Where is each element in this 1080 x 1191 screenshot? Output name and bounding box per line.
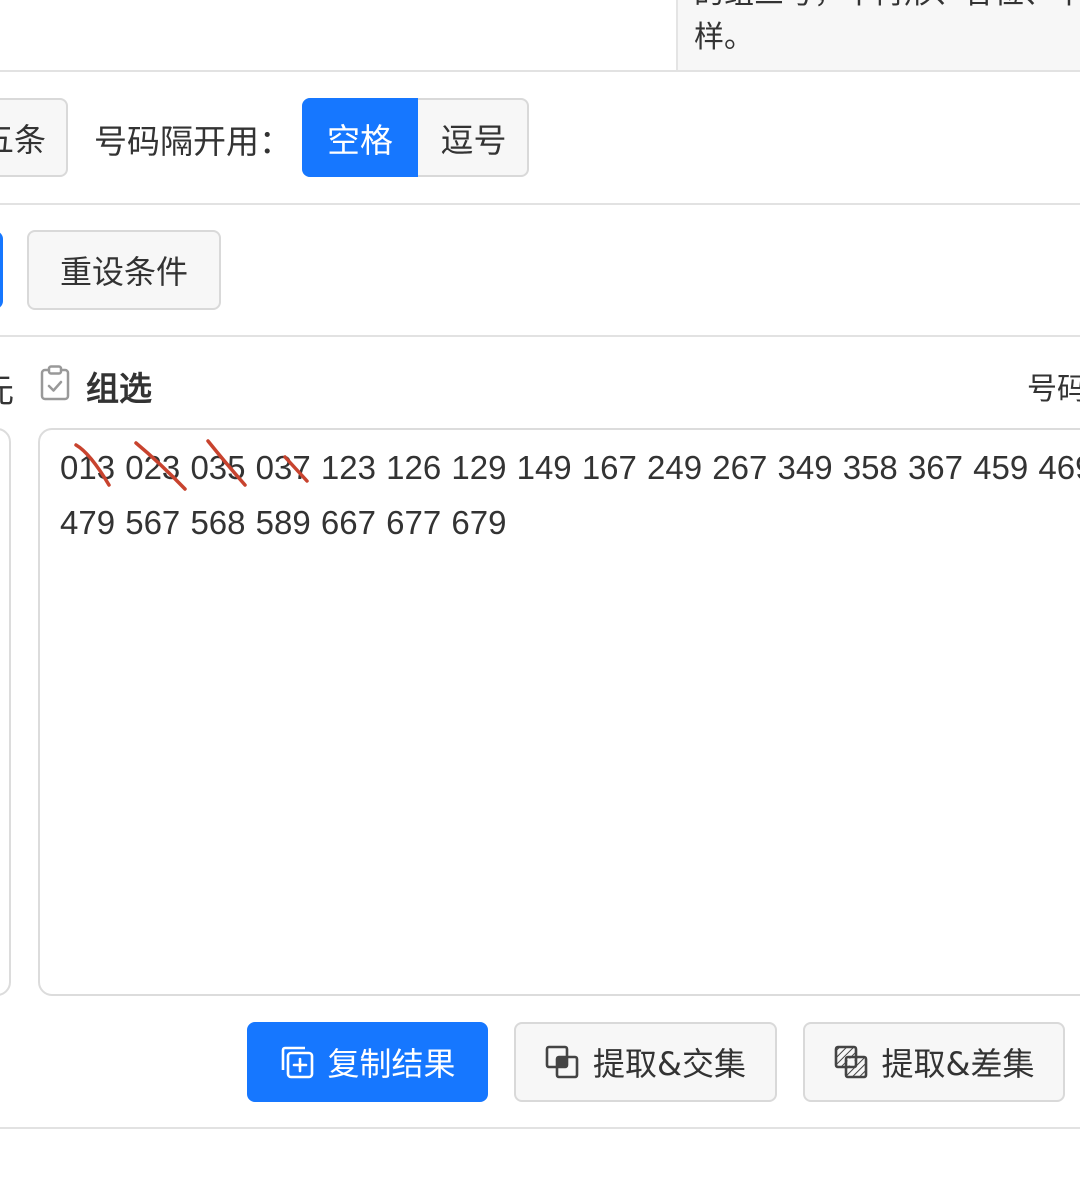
separator-label: 号码隔开用：	[94, 122, 292, 161]
separator-option-comma-label: 逗号	[440, 120, 507, 160]
divider	[0, 335, 1080, 337]
strike-mark	[283, 455, 309, 483]
extract-difference-label: 提取&差集	[881, 1045, 1035, 1083]
separator-segmented-control: 空格 逗号	[302, 98, 529, 177]
strike-marks	[74, 439, 309, 491]
reset-conditions-label: 重设条件	[59, 253, 188, 291]
cut-option-button[interactable]: 五条	[0, 98, 68, 177]
extract-intersect-button[interactable]: 提取&交集	[514, 1022, 777, 1102]
clipboard-check-icon	[40, 365, 70, 401]
strike-mark	[74, 443, 111, 487]
right-cut-label: 号码	[1027, 372, 1080, 407]
extract-intersect-label: 提取&交集	[593, 1045, 746, 1083]
strike-mark	[134, 441, 187, 491]
divider	[0, 1127, 1080, 1129]
separator-option-comma[interactable]: 逗号	[418, 98, 529, 177]
reset-conditions-button[interactable]: 重设条件	[27, 230, 221, 310]
separator-option-space[interactable]: 空格	[302, 98, 418, 177]
top-note-text: 样。	[694, 20, 754, 55]
separator-option-space-label: 空格	[327, 120, 393, 160]
left-textarea[interactable]	[0, 428, 11, 996]
cut-left-label: 元	[0, 364, 14, 412]
difference-icon	[834, 1045, 868, 1079]
cut-option-label: 五条	[0, 120, 46, 159]
top-note-cut-text: 的组三号，不再形、各位、不	[694, 0, 1080, 12]
cut-primary-button[interactable]	[0, 231, 3, 309]
top-note-panel: 的组三号，不再形、各位、不 样。	[676, 0, 1080, 71]
divider	[0, 203, 1080, 205]
copy-result-button[interactable]: 复制结果	[247, 1022, 488, 1102]
extract-difference-button[interactable]: 提取&差集	[803, 1022, 1065, 1102]
result-title: 组选	[86, 369, 152, 408]
strike-mark	[206, 439, 247, 487]
intersect-icon	[545, 1045, 579, 1079]
copy-result-label: 复制结果	[327, 1045, 456, 1083]
divider	[0, 70, 1080, 72]
copy-plus-icon	[279, 1044, 315, 1080]
